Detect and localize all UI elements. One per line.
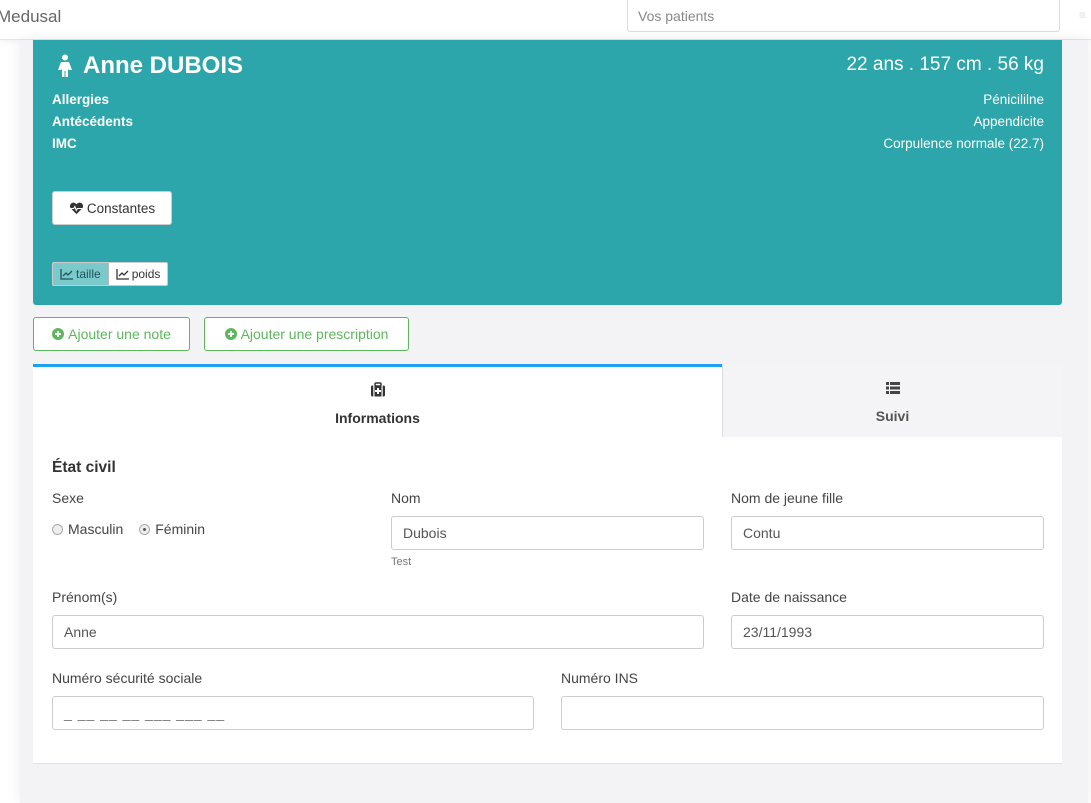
toggle-taille[interactable]: taille: [53, 263, 109, 285]
chart-toggle-group: taille poids: [52, 262, 169, 286]
info-value: Corpulence normale (22.7): [883, 136, 1044, 151]
tab-label: Suivi: [875, 408, 910, 424]
heartbeat-icon: [69, 202, 83, 214]
tab-label: Informations: [335, 410, 420, 426]
medkit-icon: [370, 382, 385, 397]
add-note-label: Ajouter une note: [68, 326, 171, 342]
info-label: IMC: [52, 136, 77, 151]
list-icon: [885, 382, 900, 394]
date-naissance-input[interactable]: 23/11/1993: [731, 615, 1044, 649]
secu-label: Numéro sécurité sociale: [52, 670, 203, 686]
add-prescription-button[interactable]: Ajouter une prescription: [204, 317, 409, 351]
info-row-allergies: Allergies Pénicililne: [52, 92, 1044, 114]
nom-input[interactable]: Dubois: [391, 516, 704, 550]
prenoms-label: Prénom(s): [52, 589, 118, 605]
info-value: Appendicite: [973, 114, 1044, 129]
plus-circle-icon: [52, 328, 65, 340]
nom-jeune-fille-label: Nom de jeune fille: [731, 490, 844, 506]
patient-name: Anne DUBOIS: [55, 52, 243, 80]
top-bar: Medusal Vos patients ≡: [0, 0, 1091, 40]
line-chart-icon: [60, 269, 73, 280]
info-value: Pénicililne: [983, 92, 1044, 107]
toggle-poids[interactable]: poids: [109, 263, 168, 285]
menu-icon[interactable]: ≡: [1079, 8, 1086, 24]
ins-label: Numéro INS: [561, 670, 639, 686]
radio-label: Masculin: [68, 521, 124, 537]
patient-info-list: Allergies Pénicililne Antécédents Append…: [52, 92, 1044, 158]
brand-name[interactable]: Medusal: [0, 7, 61, 27]
nom-jeune-fille-input[interactable]: Contu: [731, 516, 1044, 550]
info-label: Antécédents: [52, 114, 134, 129]
patient-stats: 22 ans . 157 cm . 56 kg: [846, 54, 1044, 75]
nom-help-text: Test: [391, 556, 412, 568]
line-chart-icon: [116, 269, 129, 280]
constantes-label: Constantes: [86, 200, 156, 216]
plus-circle-icon: [224, 328, 237, 340]
radio-feminin[interactable]: [139, 523, 151, 535]
radio-masculin[interactable]: [52, 523, 63, 535]
add-note-button[interactable]: Ajouter une note: [33, 317, 190, 351]
ins-input[interactable]: [561, 696, 1044, 730]
info-row-antecedents: Antécédents Appendicite: [52, 114, 1044, 136]
tab-bar: Informations Suivi: [33, 364, 1062, 438]
constantes-button[interactable]: Constantes: [52, 191, 172, 225]
sexe-label: Sexe: [52, 490, 84, 506]
prenoms-input[interactable]: Anne: [52, 615, 704, 649]
informations-panel: État civil Sexe Masculin Féminin Nom Dub…: [33, 437, 1062, 764]
date-naissance-label: Date de naissance: [731, 589, 847, 605]
female-user-icon: [58, 54, 72, 77]
toggle-label: poids: [131, 267, 161, 281]
section-title: État civil: [52, 459, 116, 476]
secu-input[interactable]: _ __ __ __ ___ ___ __: [52, 696, 534, 730]
tab-informations[interactable]: Informations: [33, 364, 722, 438]
toggle-label: taille: [76, 267, 101, 281]
sexe-radio-group: Masculin Féminin: [52, 521, 205, 537]
radio-label: Féminin: [155, 521, 206, 537]
info-label: Allergies: [52, 92, 110, 107]
patient-search-input[interactable]: Vos patients: [627, 0, 1060, 32]
nom-label: Nom: [391, 490, 421, 506]
patient-header: Anne DUBOIS 22 ans . 157 cm . 56 kg Alle…: [33, 40, 1062, 305]
patient-name-text: Anne DUBOIS: [83, 52, 244, 79]
tab-suivi[interactable]: Suivi: [722, 364, 1062, 438]
info-row-imc: IMC Corpulence normale (22.7): [52, 136, 1044, 158]
add-prescription-label: Ajouter une prescription: [240, 326, 389, 342]
